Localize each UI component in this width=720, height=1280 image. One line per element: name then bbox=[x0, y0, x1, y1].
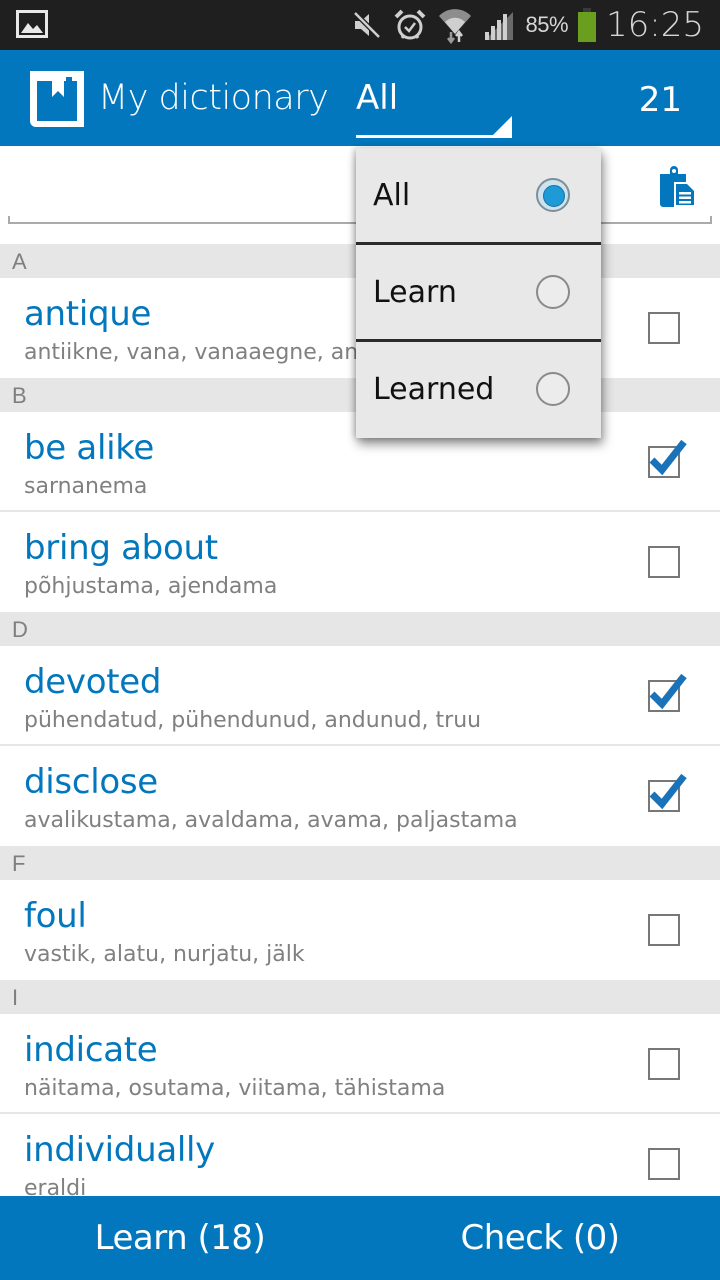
list-item[interactable]: disclose avalikustama, avaldama, avama, … bbox=[0, 746, 720, 846]
word-term: be alike bbox=[24, 428, 155, 468]
book-bookmark-icon bbox=[24, 65, 90, 131]
status-bar: 85% 16:25 bbox=[0, 0, 720, 50]
word-translation: näitama, osutama, viitama, tähistama bbox=[24, 1076, 446, 1101]
action-bar: My dictionary All 21 bbox=[0, 50, 720, 146]
image-notification-icon bbox=[16, 10, 48, 38]
word-term: indicate bbox=[24, 1030, 158, 1070]
learn-button[interactable]: Learn (18) bbox=[0, 1196, 360, 1280]
learned-checkbox[interactable] bbox=[648, 1048, 680, 1080]
spinner-underline bbox=[356, 135, 512, 138]
signal-icon bbox=[483, 10, 515, 40]
filter-spinner[interactable]: All bbox=[356, 72, 512, 138]
list-item[interactable]: foul vastik, alatu, nurjatu, jälk bbox=[0, 880, 720, 980]
battery-icon bbox=[578, 8, 597, 42]
section-header: D bbox=[0, 612, 720, 646]
word-translation: sarnanema bbox=[24, 474, 148, 499]
word-term: individually bbox=[24, 1130, 215, 1170]
filter-spinner-value: All bbox=[356, 78, 399, 118]
word-term: bring about bbox=[24, 528, 218, 568]
bottom-bar: Learn (18) Check (0) bbox=[0, 1196, 720, 1280]
word-translation: avalikustama, avaldama, avama, paljastam… bbox=[24, 808, 518, 833]
learned-checkbox[interactable] bbox=[648, 673, 687, 712]
learned-checkbox[interactable] bbox=[648, 546, 680, 578]
filter-option-learn[interactable]: Learn bbox=[356, 245, 601, 342]
check-button[interactable]: Check (0) bbox=[360, 1196, 720, 1280]
radio-button[interactable] bbox=[536, 178, 570, 212]
section-header: F bbox=[0, 846, 720, 880]
app-title: My dictionary bbox=[98, 78, 329, 118]
word-term: disclose bbox=[24, 762, 158, 802]
section-header: I bbox=[0, 980, 720, 1014]
learned-checkbox[interactable] bbox=[648, 1148, 680, 1180]
option-label: Learned bbox=[373, 372, 495, 407]
list-item[interactable]: bring about põhjustama, ajendama bbox=[0, 512, 720, 612]
radio-button[interactable] bbox=[536, 275, 570, 309]
word-term: foul bbox=[24, 896, 87, 936]
word-translation: pühendatud, pühendunud, andunud, truu bbox=[24, 708, 482, 733]
paste-button[interactable] bbox=[656, 166, 704, 210]
filter-option-learned[interactable]: Learned bbox=[356, 342, 601, 439]
option-label: Learn bbox=[373, 275, 457, 310]
clock: 16:25 bbox=[606, 5, 704, 45]
option-label: All bbox=[373, 178, 411, 213]
filter-dropdown: All Learn Learned bbox=[356, 148, 601, 438]
radio-button[interactable] bbox=[536, 372, 570, 406]
learned-checkbox[interactable] bbox=[648, 439, 687, 478]
learned-checkbox[interactable] bbox=[648, 312, 680, 344]
list-item[interactable]: individually eraldi bbox=[0, 1114, 720, 1196]
word-translation: antiikne, vana, vanaaegne, antiik bbox=[24, 340, 392, 365]
learned-checkbox[interactable] bbox=[648, 914, 680, 946]
mute-icon bbox=[351, 9, 383, 41]
word-translation: eraldi bbox=[24, 1176, 87, 1196]
filter-option-all[interactable]: All bbox=[356, 148, 601, 245]
list-item[interactable]: indicate näitama, osutama, viitama, tähi… bbox=[0, 1014, 720, 1114]
wifi-icon bbox=[437, 6, 473, 44]
clipboard-icon bbox=[656, 166, 700, 212]
word-term: antique bbox=[24, 294, 152, 334]
list-item[interactable]: devoted pühendatud, pühendunud, andunud,… bbox=[0, 646, 720, 746]
word-translation: põhjustama, ajendama bbox=[24, 574, 278, 599]
battery-percent: 85% bbox=[525, 12, 569, 37]
word-term: devoted bbox=[24, 662, 162, 702]
word-count: 21 bbox=[638, 80, 682, 120]
alarm-icon bbox=[393, 8, 427, 42]
word-translation: vastik, alatu, nurjatu, jälk bbox=[24, 942, 305, 967]
spinner-arrow-icon bbox=[490, 116, 512, 138]
learned-checkbox[interactable] bbox=[648, 773, 687, 812]
